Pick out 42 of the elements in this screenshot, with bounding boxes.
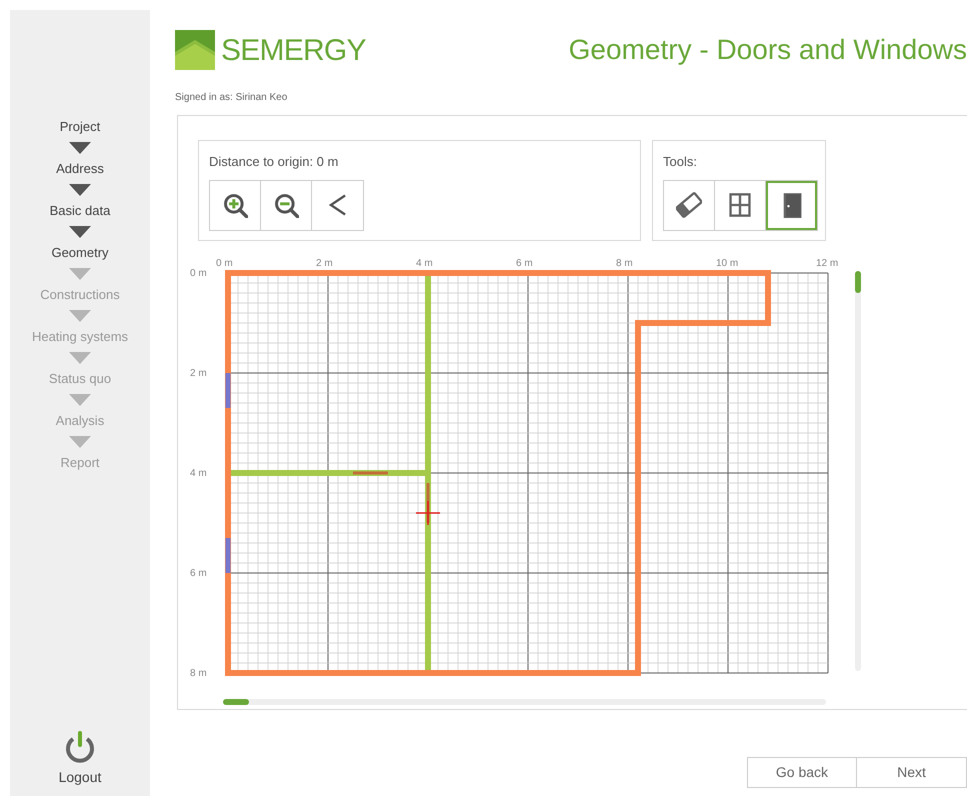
axis-label: 2 m [190,367,207,381]
tools-label: Tools: [663,153,698,171]
axis-label: 8 m [190,667,207,681]
signed-in-text: Signed in as: Sirinan Keo [175,91,288,105]
down-arrow-icon [69,310,91,322]
house-logo-icon [175,30,215,70]
axis-label: 8 m [616,257,633,271]
window-icon [727,192,753,218]
down-arrow-icon [69,268,91,280]
step-link[interactable]: Address [56,160,104,178]
step-link[interactable]: Basic data [50,202,110,220]
page-title: Geometry - Doors and Windows [568,33,967,67]
scrollbar-thumb[interactable] [223,699,249,705]
footer-button[interactable]: Go back [748,758,857,787]
logout-button[interactable]: Logout [58,731,102,788]
axis-label: 10 m [716,257,738,271]
axis-label: 2 m [316,257,333,271]
down-arrow-icon [69,352,91,364]
vertical-scrollbar[interactable] [855,271,861,671]
axis-label: 12 m [816,257,838,271]
axis-label: 4 m [190,467,207,481]
zoom-in-icon [222,192,248,218]
down-arrow-icon [69,394,91,406]
zoom-out-icon [273,192,299,218]
down-arrow-icon [69,184,91,196]
horizontal-scrollbar[interactable] [223,699,826,705]
door-tool-button[interactable] [766,180,817,230]
axis-label: 0 m [190,267,207,281]
down-arrow-icon [69,142,91,154]
eraser-icon [676,192,702,218]
axis-label: 0 m [216,257,233,271]
down-arrow-icon [69,436,91,448]
scrollbar-thumb[interactable] [855,271,861,293]
footer-button[interactable]: Next [857,758,966,787]
logo-text: SEMERGY [221,32,366,68]
axis-label: 6 m [190,567,207,581]
down-arrow-icon [69,226,91,238]
distance-text: Distance to origin: 0 m [209,153,340,171]
step-link[interactable]: Project [60,118,100,136]
step-link[interactable]: Geometry [51,244,109,262]
axis-label: 6 m [516,257,533,271]
axis-label: 4 m [416,257,433,271]
